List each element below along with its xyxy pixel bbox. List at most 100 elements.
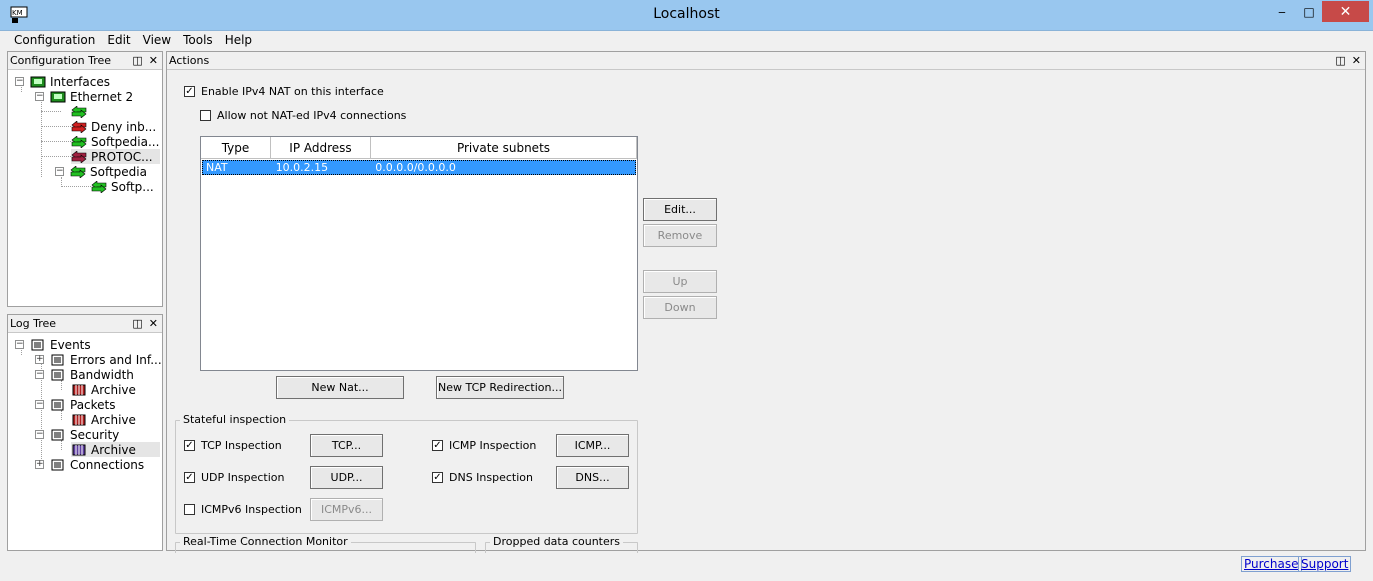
collapse-icon[interactable]: − <box>15 77 24 86</box>
checkbox-icon[interactable] <box>184 504 195 515</box>
checkbox-icon[interactable] <box>200 110 211 121</box>
tree-item-deny[interactable]: Deny inb... <box>71 119 156 134</box>
purchase-link[interactable]: Purchase <box>1241 556 1302 572</box>
tree-item-interfaces[interactable]: − Interfaces <box>15 74 110 89</box>
pin-icon[interactable]: ◫ <box>132 317 142 330</box>
icmp-inspection-checkbox[interactable]: ✓ ICMP Inspection <box>432 439 536 452</box>
dns-button[interactable]: DNS... <box>556 466 629 489</box>
checkbox-label: TCP Inspection <box>201 439 282 452</box>
tree-item-label: Connections <box>70 457 145 472</box>
tree-item-events[interactable]: − Events <box>15 337 91 352</box>
checkbox-label: ICMP Inspection <box>449 439 537 452</box>
checkbox-icon[interactable]: ✓ <box>432 472 443 483</box>
enable-nat-checkbox[interactable]: ✓ Enable IPv4 NAT on this interface <box>184 85 384 98</box>
tree-item-packets[interactable]: − Packets <box>35 397 116 412</box>
column-ip-address[interactable]: IP Address <box>271 137 371 159</box>
edit-button[interactable]: Edit... <box>643 198 717 221</box>
tree-item-connections[interactable]: + Connections <box>35 457 144 472</box>
close-button[interactable]: ✕ <box>1322 1 1369 22</box>
log-tree-header: Log Tree ◫ ✕ <box>8 315 162 333</box>
log-icon <box>51 429 64 440</box>
column-type[interactable]: Type <box>201 137 271 159</box>
cell-type: NAT <box>206 161 228 174</box>
minimize-button[interactable]: ‒ <box>1268 1 1296 23</box>
tree-item-softp[interactable]: Softp... <box>91 179 154 194</box>
checkbox-label: Allow not NAT-ed IPv4 connections <box>217 109 407 122</box>
dns-inspection-checkbox[interactable]: ✓ DNS Inspection <box>432 471 533 484</box>
log-icon <box>31 339 44 350</box>
maximize-button[interactable]: □ <box>1295 1 1323 23</box>
up-button[interactable]: Up <box>643 270 717 293</box>
menu-edit[interactable]: Edit <box>101 31 136 50</box>
allow-not-nated-checkbox[interactable]: Allow not NAT-ed IPv4 connections <box>200 109 406 122</box>
close-icon[interactable]: ✕ <box>149 54 158 67</box>
tree-item-rule-blank[interactable] <box>71 104 91 119</box>
red-arrows-icon <box>71 120 87 133</box>
tree-item-ethernet[interactable]: − Ethernet 2 <box>35 89 133 104</box>
green-arrows-icon <box>71 105 87 118</box>
checkbox-icon[interactable]: ✓ <box>432 440 443 451</box>
support-link[interactable]: Support <box>1298 556 1352 572</box>
log-icon <box>51 399 64 410</box>
cell-subnets: 0.0.0.0/0.0.0.0 <box>375 161 456 174</box>
actions-title: Actions <box>169 54 210 67</box>
green-arrows-icon <box>91 180 107 193</box>
status-bar: Purchase Support <box>8 553 1366 573</box>
checkbox-icon[interactable]: ✓ <box>184 472 195 483</box>
close-icon[interactable]: ✕ <box>149 317 158 330</box>
udp-inspection-checkbox[interactable]: ✓ UDP Inspection <box>184 471 284 484</box>
new-nat-button[interactable]: New Nat... <box>276 376 404 399</box>
tree-item-label: Interfaces <box>50 74 110 89</box>
collapse-icon[interactable]: − <box>15 340 24 349</box>
pin-icon[interactable]: ◫ <box>132 54 142 67</box>
menu-view[interactable]: View <box>137 31 177 50</box>
log-icon <box>51 354 64 365</box>
tree-item-errors[interactable]: + Errors and Inf... <box>35 352 162 367</box>
checkbox-icon[interactable]: ✓ <box>184 440 195 451</box>
tree-item-label: Packets <box>70 397 116 412</box>
column-private-subnets[interactable]: Private subnets <box>371 137 637 159</box>
collapse-icon[interactable]: − <box>55 167 64 176</box>
collapse-icon[interactable]: − <box>35 400 44 409</box>
tree-item-protocol[interactable]: PROTOC... <box>71 149 160 164</box>
remove-button[interactable]: Remove <box>643 224 717 247</box>
table-row[interactable]: NAT 10.0.2.15 0.0.0.0/0.0.0.0 <box>202 160 636 175</box>
pin-icon[interactable]: ◫ <box>1335 54 1345 67</box>
log-icon <box>51 369 64 380</box>
menu-tools[interactable]: Tools <box>177 31 219 50</box>
down-button[interactable]: Down <box>643 296 717 319</box>
expand-icon[interactable]: + <box>35 460 44 469</box>
tree-item-softpedia[interactable]: − Softpedia <box>55 164 147 179</box>
collapse-icon[interactable]: − <box>35 92 44 101</box>
tcp-button[interactable]: TCP... <box>310 434 383 457</box>
archive-icon <box>72 444 86 455</box>
dropped-label: Dropped data counters <box>490 535 624 548</box>
tree-item-packets-archive[interactable]: Archive <box>71 412 136 427</box>
tree-item-bandwidth-archive[interactable]: Archive <box>71 382 136 397</box>
green-arrows-icon <box>70 165 86 178</box>
nat-list-header: Type IP Address Private subnets <box>201 137 637 159</box>
log-tree-title: Log Tree <box>10 317 57 330</box>
expand-icon[interactable]: + <box>35 355 44 364</box>
ethernet-icon <box>50 91 66 102</box>
new-tcp-redirection-button[interactable]: New TCP Redirection... <box>436 376 564 399</box>
icmpv6-inspection-checkbox[interactable]: ICMPv6 Inspection <box>184 503 302 516</box>
udp-button[interactable]: UDP... <box>310 466 383 489</box>
checkbox-label: Enable IPv4 NAT on this interface <box>201 85 384 98</box>
icmp-button[interactable]: ICMP... <box>556 434 629 457</box>
nat-list[interactable]: Type IP Address Private subnets NAT 10.0… <box>200 136 638 371</box>
close-icon[interactable]: ✕ <box>1352 54 1361 67</box>
tree-item-security[interactable]: − Security <box>35 427 119 442</box>
tree-item-bandwidth[interactable]: − Bandwidth <box>35 367 134 382</box>
icmpv6-button[interactable]: ICMPv6... <box>310 498 383 521</box>
checkbox-label: ICMPv6 Inspection <box>201 503 302 516</box>
tree-item-label: Softp... <box>111 179 154 194</box>
menu-help[interactable]: Help <box>219 31 258 50</box>
collapse-icon[interactable]: − <box>35 370 44 379</box>
tree-item-softpedia-rule[interactable]: Softpedia... <box>71 134 159 149</box>
tree-item-security-archive[interactable]: Archive <box>71 442 160 457</box>
menu-configuration[interactable]: Configuration <box>8 31 101 50</box>
checkbox-icon[interactable]: ✓ <box>184 86 195 97</box>
tcp-inspection-checkbox[interactable]: ✓ TCP Inspection <box>184 439 282 452</box>
collapse-icon[interactable]: − <box>35 430 44 439</box>
